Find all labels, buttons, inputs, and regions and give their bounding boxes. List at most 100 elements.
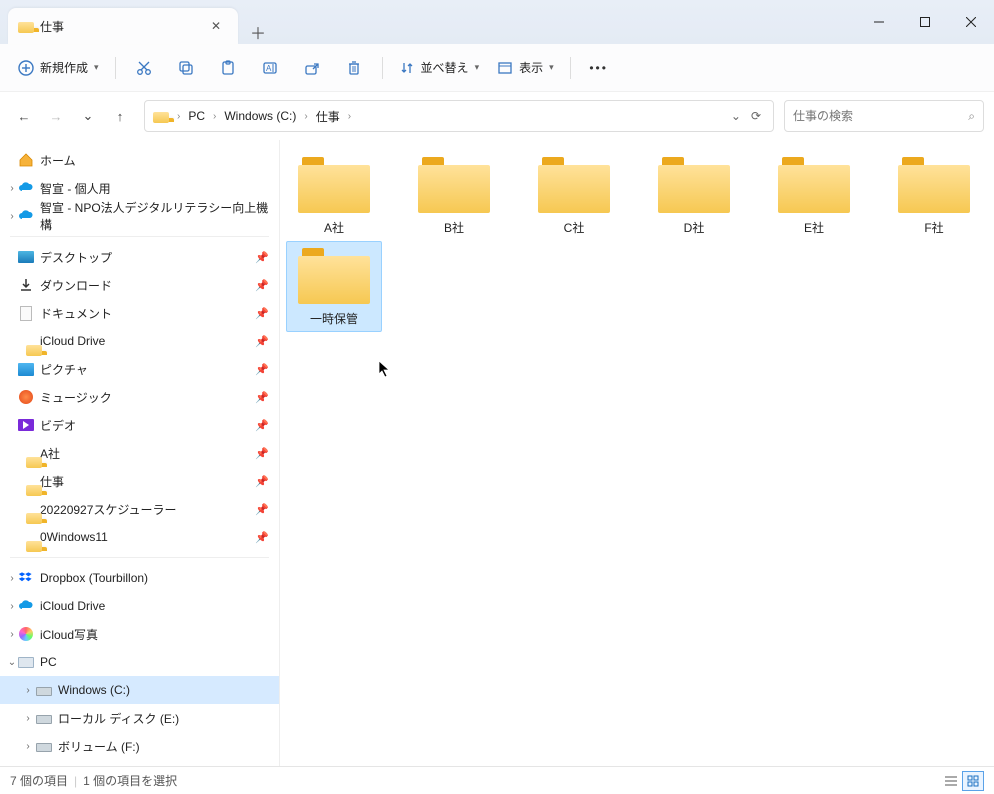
sort-button[interactable]: 並べ替え ▾ bbox=[391, 50, 488, 86]
window-tab[interactable]: 仕事 ✕ bbox=[8, 8, 238, 44]
chevron-right-icon[interactable]: › bbox=[22, 685, 34, 696]
toolbar: 新規作成 ▾ A 並べ替え ▾ 表示 ▾ ••• bbox=[0, 44, 994, 92]
sidebar-item-label: 仕事 bbox=[40, 473, 64, 490]
new-button[interactable]: 新規作成 ▾ bbox=[10, 50, 107, 86]
back-button[interactable]: ← bbox=[10, 100, 38, 132]
chevron-right-icon[interactable]: › bbox=[6, 629, 18, 640]
pin-icon: 📌 bbox=[255, 251, 269, 264]
sort-icon bbox=[399, 60, 415, 76]
address-bar[interactable]: › PC › Windows (C:) › 仕事 › ⌄ ⟳ bbox=[144, 100, 774, 132]
sidebar-item[interactable]: ›Windows (C:) bbox=[0, 676, 279, 704]
delete-button[interactable] bbox=[334, 50, 374, 86]
sidebar-item[interactable]: ダウンロード📌 bbox=[0, 271, 279, 299]
share-button[interactable] bbox=[292, 50, 332, 86]
sidebar-item[interactable]: iCloud Drive📌 bbox=[0, 327, 279, 355]
folder-item[interactable]: 一時保管 bbox=[286, 241, 382, 332]
copy-button[interactable] bbox=[166, 50, 206, 86]
chevron-down-icon[interactable]: ⌄ bbox=[6, 657, 18, 668]
sidebar-item[interactable]: › Dropbox (Tourbillon) bbox=[0, 564, 279, 592]
sidebar-item[interactable]: ›智宣 - 個人用 bbox=[0, 174, 279, 202]
drive-icon bbox=[36, 710, 52, 726]
sidebar-item-label: 0Windows11 bbox=[40, 530, 108, 544]
chevron-right-icon[interactable]: › bbox=[6, 573, 18, 584]
folder-item[interactable]: A社 bbox=[286, 150, 382, 241]
scissors-icon bbox=[136, 60, 152, 76]
sidebar-item[interactable]: 20220927スケジューラー📌 bbox=[0, 495, 279, 523]
details-view-button[interactable] bbox=[940, 771, 962, 791]
folder-name: F社 bbox=[924, 219, 943, 236]
sidebar-item[interactable]: ›ローカル ディスク (E:) bbox=[0, 704, 279, 732]
sidebar-item[interactable]: ›智宣 - NPO法人デジタルリテラシー向上機構 bbox=[0, 202, 279, 230]
view-label: 表示 bbox=[519, 59, 543, 76]
chevron-right-icon: › bbox=[213, 111, 216, 122]
sidebar-item[interactable]: ピクチャ📌 bbox=[0, 355, 279, 383]
sidebar-item[interactable]: ›iCloud写真 bbox=[0, 620, 279, 648]
maximize-button[interactable] bbox=[902, 0, 948, 44]
sidebar-item-label: Dropbox (Tourbillon) bbox=[40, 571, 148, 585]
rename-button[interactable]: A bbox=[250, 50, 290, 86]
close-window-button[interactable] bbox=[948, 0, 994, 44]
breadcrumb-item[interactable]: Windows (C:) bbox=[220, 105, 300, 127]
address-dropdown-button[interactable]: ⌄ bbox=[731, 109, 741, 123]
onedrive-icon bbox=[18, 208, 34, 224]
sidebar-item-label: 20220927スケジューラー bbox=[40, 501, 177, 518]
sidebar-item[interactable]: 0Windows11📌 bbox=[0, 523, 279, 551]
up-button[interactable]: ↑ bbox=[106, 100, 134, 132]
icons-view-button[interactable] bbox=[962, 771, 984, 791]
music-icon bbox=[18, 389, 34, 405]
search-box[interactable]: ⌕ bbox=[784, 100, 984, 132]
close-tab-button[interactable]: ✕ bbox=[204, 19, 228, 33]
folder-icon bbox=[898, 155, 970, 213]
chevron-right-icon[interactable]: › bbox=[22, 741, 34, 752]
chevron-right-icon[interactable]: › bbox=[6, 183, 18, 194]
onedrive-icon bbox=[18, 180, 34, 196]
sidebar-item[interactable]: ›ボリューム (F:) bbox=[0, 760, 279, 766]
minimize-button[interactable] bbox=[856, 0, 902, 44]
folder-item[interactable]: C社 bbox=[526, 150, 622, 241]
chevron-right-icon[interactable]: › bbox=[22, 713, 34, 724]
sidebar-item[interactable]: ドキュメント📌 bbox=[0, 299, 279, 327]
pin-icon: 📌 bbox=[255, 391, 269, 404]
sidebar-item[interactable]: ›ボリューム (F:) bbox=[0, 732, 279, 760]
recent-locations-button[interactable]: ⌄ bbox=[74, 100, 102, 132]
more-button[interactable]: ••• bbox=[579, 50, 619, 86]
refresh-button[interactable]: ⟳ bbox=[751, 109, 761, 123]
pin-icon: 📌 bbox=[255, 447, 269, 460]
folder-item[interactable]: B社 bbox=[406, 150, 502, 241]
chevron-right-icon[interactable]: › bbox=[6, 601, 18, 612]
ellipsis-icon: ••• bbox=[589, 61, 608, 75]
view-button[interactable]: 表示 ▾ bbox=[489, 50, 562, 86]
folder-item[interactable]: D社 bbox=[646, 150, 742, 241]
chevron-right-icon: › bbox=[348, 111, 351, 122]
folder-icon bbox=[18, 333, 34, 349]
cut-button[interactable] bbox=[124, 50, 164, 86]
sidebar-item[interactable]: ホーム bbox=[0, 146, 279, 174]
sidebar-item[interactable]: ビデオ📌 bbox=[0, 411, 279, 439]
breadcrumb-item[interactable]: PC bbox=[184, 105, 209, 127]
sidebar-item[interactable]: ⌄PC bbox=[0, 648, 279, 676]
onedrive-icon bbox=[18, 598, 34, 614]
tab-title: 仕事 bbox=[40, 18, 204, 35]
drive-icon bbox=[36, 682, 52, 698]
folder-icon bbox=[18, 501, 34, 517]
content-area[interactable]: A社 B社 C社 D社 E社 F社一時保管 bbox=[280, 140, 994, 766]
paste-button[interactable] bbox=[208, 50, 248, 86]
sidebar-item[interactable]: A社📌 bbox=[0, 439, 279, 467]
folder-item[interactable]: E社 bbox=[766, 150, 862, 241]
svg-text:A: A bbox=[266, 64, 272, 73]
chevron-right-icon[interactable]: › bbox=[6, 211, 18, 222]
breadcrumb-item[interactable]: 仕事 bbox=[312, 104, 344, 129]
search-input[interactable] bbox=[793, 109, 968, 123]
folder-icon bbox=[538, 155, 610, 213]
sidebar-item[interactable]: 仕事📌 bbox=[0, 467, 279, 495]
folder-item[interactable]: F社 bbox=[886, 150, 982, 241]
sidebar-item[interactable]: デスクトップ 📌 bbox=[0, 243, 279, 271]
sidebar-item-label: デスクトップ bbox=[40, 249, 112, 266]
sidebar-item[interactable]: ミュージック📌 bbox=[0, 383, 279, 411]
paste-icon bbox=[220, 60, 236, 76]
new-tab-button[interactable]: ＋ bbox=[238, 20, 278, 44]
sidebar-item-label: ボリューム (F:) bbox=[40, 766, 122, 767]
copy-icon bbox=[178, 60, 194, 76]
forward-button[interactable]: → bbox=[42, 100, 70, 132]
sidebar-item[interactable]: ›iCloud Drive bbox=[0, 592, 279, 620]
